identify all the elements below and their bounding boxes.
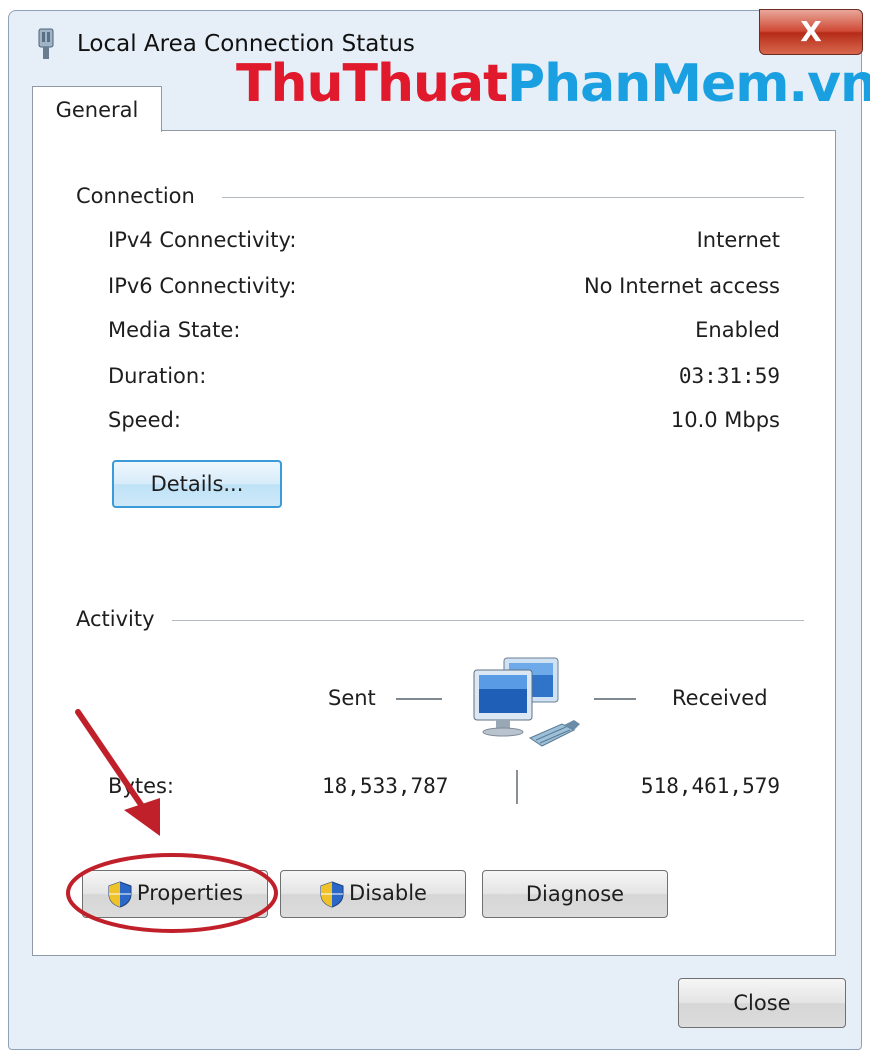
uac-shield-icon bbox=[108, 881, 132, 908]
received-dash bbox=[594, 698, 636, 700]
sent-dash bbox=[396, 698, 442, 700]
connection-group-heading: Connection bbox=[76, 184, 195, 208]
media-state-value: Enabled bbox=[695, 318, 780, 342]
speed-label: Speed: bbox=[108, 408, 181, 432]
disable-label: Disable bbox=[349, 881, 427, 905]
close-window-button[interactable]: X bbox=[759, 9, 863, 55]
duration-label: Duration: bbox=[108, 364, 207, 388]
sent-bytes-value: 18,533,787 bbox=[322, 774, 449, 798]
tab-general[interactable]: General bbox=[32, 86, 162, 132]
tab-panel-general bbox=[32, 130, 836, 956]
properties-label: Properties bbox=[136, 881, 244, 905]
connection-group-line bbox=[222, 197, 804, 198]
received-bytes-value: 518,461,579 bbox=[640, 774, 780, 798]
network-computers-icon bbox=[473, 657, 580, 747]
received-label: Received bbox=[672, 686, 768, 710]
ipv4-label: IPv4 Connectivity: bbox=[108, 228, 297, 252]
bytes-divider bbox=[516, 770, 518, 804]
watermark-part2: PhanMem.vn bbox=[506, 54, 870, 114]
uac-shield-icon bbox=[320, 881, 344, 908]
watermark-logo: ThuThuatPhanMem.vn bbox=[236, 54, 870, 114]
bytes-label: Bytes: bbox=[108, 774, 175, 798]
properties-button[interactable]: Properties bbox=[82, 870, 268, 918]
disable-button[interactable]: Disable bbox=[280, 870, 466, 918]
sent-label: Sent bbox=[328, 686, 376, 710]
activity-group-heading: Activity bbox=[76, 607, 155, 631]
diagnose-button[interactable]: Diagnose bbox=[482, 870, 668, 918]
duration-value: 03:31:59 bbox=[678, 364, 780, 388]
ipv6-value: No Internet access bbox=[583, 274, 780, 298]
watermark-part1: ThuThuat bbox=[236, 54, 508, 114]
ipv6-label: IPv6 Connectivity: bbox=[108, 274, 297, 298]
media-state-label: Media State: bbox=[108, 318, 241, 342]
ipv4-value: Internet bbox=[696, 228, 780, 252]
details-button[interactable]: Details... bbox=[112, 460, 282, 508]
close-button[interactable]: Close bbox=[678, 978, 846, 1028]
activity-group-line bbox=[172, 620, 804, 621]
speed-value: 10.0 Mbps bbox=[670, 408, 780, 432]
network-plug-icon bbox=[38, 28, 54, 59]
